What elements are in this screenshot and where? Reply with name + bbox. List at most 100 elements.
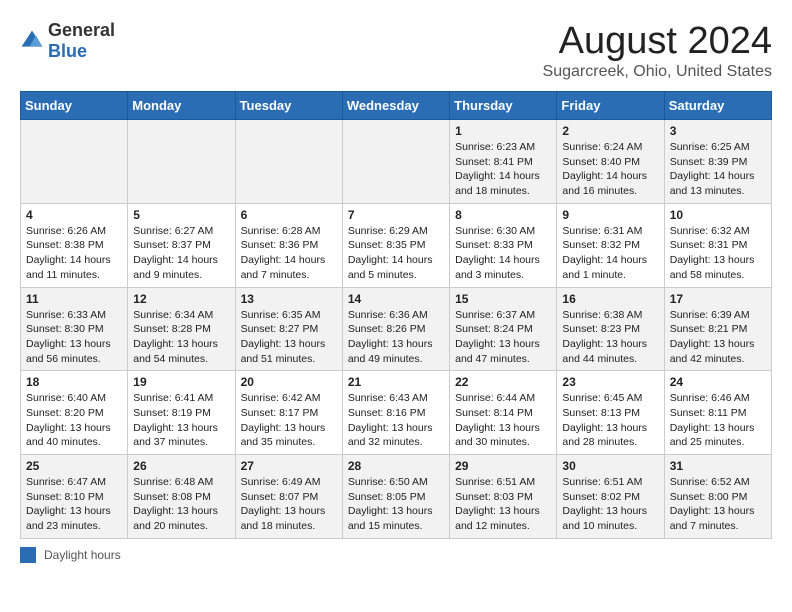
day-number: 31 [670,459,766,473]
calendar-week-3: 18 Sunrise: 6:40 AM Sunset: 8:20 PM Dayli… [21,371,772,455]
day-number: 20 [241,375,337,389]
calendar-cell [342,120,449,204]
cell-content: Sunrise: 6:47 AM Sunset: 8:10 PM Dayligh… [26,475,122,534]
cell-content: Sunrise: 6:52 AM Sunset: 8:00 PM Dayligh… [670,475,766,534]
day-number: 8 [455,208,551,222]
calendar-cell: 18 Sunrise: 6:40 AM Sunset: 8:20 PM Dayli… [21,371,128,455]
day-number: 12 [133,292,229,306]
cell-content: Sunrise: 6:30 AM Sunset: 8:33 PM Dayligh… [455,224,551,283]
cell-content: Sunrise: 6:23 AM Sunset: 8:41 PM Dayligh… [455,140,551,199]
day-number: 10 [670,208,766,222]
calendar-cell [128,120,235,204]
page-header: General Blue August 2024 Sugarcreek, Ohi… [20,20,772,81]
location-title: Sugarcreek, Ohio, United States [543,63,772,81]
day-header-saturday: Saturday [664,92,771,120]
calendar-cell: 29Sunrise: 6:51 AM Sunset: 8:03 PM Dayli… [450,455,557,539]
day-number: 17 [670,292,766,306]
calendar-cell: 21 Sunrise: 6:43 AM Sunset: 8:16 PM Dayli… [342,371,449,455]
calendar-table: SundayMondayTuesdayWednesdayThursdayFrid… [20,91,772,539]
calendar-cell [235,120,342,204]
logo-general-text: General [48,20,115,40]
calendar-cell: 9 Sunrise: 6:31 AM Sunset: 8:32 PM Daylig… [557,203,664,287]
calendar-cell: 22Sunrise: 6:44 AM Sunset: 8:14 PM Dayli… [450,371,557,455]
calendar-cell: 15 Sunrise: 6:37 AM Sunset: 8:24 PM Dayli… [450,287,557,371]
cell-content: Sunrise: 6:31 AM Sunset: 8:32 PM Dayligh… [562,224,658,283]
calendar-week-4: 25 Sunrise: 6:47 AM Sunset: 8:10 PM Dayli… [21,455,772,539]
day-header-monday: Monday [128,92,235,120]
day-number: 21 [348,375,444,389]
day-number: 7 [348,208,444,222]
logo-icon [20,29,44,53]
calendar-cell: 26 Sunrise: 6:48 AM Sunset: 8:08 PM Dayli… [128,455,235,539]
calendar-cell: 7Sunrise: 6:29 AM Sunset: 8:35 PM Daylig… [342,203,449,287]
cell-content: Sunrise: 6:42 AM Sunset: 8:17 PM Dayligh… [241,391,337,450]
month-title: August 2024 [543,20,772,63]
cell-content: Sunrise: 6:41 AM Sunset: 8:19 PM Dayligh… [133,391,229,450]
calendar-cell: 17 Sunrise: 6:39 AM Sunset: 8:21 PM Dayli… [664,287,771,371]
cell-content: Sunrise: 6:44 AM Sunset: 8:14 PM Dayligh… [455,391,551,450]
calendar-cell: 3 Sunrise: 6:25 AM Sunset: 8:39 PM Daylig… [664,120,771,204]
cell-content: Sunrise: 6:48 AM Sunset: 8:08 PM Dayligh… [133,475,229,534]
day-number: 16 [562,292,658,306]
day-number: 24 [670,375,766,389]
day-number: 4 [26,208,122,222]
calendar-cell: 19 Sunrise: 6:41 AM Sunset: 8:19 PM Dayli… [128,371,235,455]
calendar-cell: 1 Sunrise: 6:23 AM Sunset: 8:41 PM Daylig… [450,120,557,204]
day-number: 26 [133,459,229,473]
cell-content: Sunrise: 6:33 AM Sunset: 8:30 PM Dayligh… [26,308,122,367]
day-number: 25 [26,459,122,473]
day-header-tuesday: Tuesday [235,92,342,120]
cell-content: Sunrise: 6:32 AM Sunset: 8:31 PM Dayligh… [670,224,766,283]
day-number: 3 [670,124,766,138]
calendar-cell: 24Sunrise: 6:46 AM Sunset: 8:11 PM Dayli… [664,371,771,455]
day-number: 13 [241,292,337,306]
day-number: 11 [26,292,122,306]
day-number: 1 [455,124,551,138]
calendar-cell: 5 Sunrise: 6:27 AM Sunset: 8:37 PM Daylig… [128,203,235,287]
cell-content: Sunrise: 6:25 AM Sunset: 8:39 PM Dayligh… [670,140,766,199]
title-area: August 2024 Sugarcreek, Ohio, United Sta… [543,20,772,81]
cell-content: Sunrise: 6:51 AM Sunset: 8:02 PM Dayligh… [562,475,658,534]
cell-content: Sunrise: 6:40 AM Sunset: 8:20 PM Dayligh… [26,391,122,450]
calendar-header: SundayMondayTuesdayWednesdayThursdayFrid… [21,92,772,120]
calendar-cell: 6Sunrise: 6:28 AM Sunset: 8:36 PM Daylig… [235,203,342,287]
day-number: 9 [562,208,658,222]
cell-content: Sunrise: 6:51 AM Sunset: 8:03 PM Dayligh… [455,475,551,534]
calendar-cell [21,120,128,204]
day-number: 18 [26,375,122,389]
day-header-sunday: Sunday [21,92,128,120]
day-number: 5 [133,208,229,222]
day-number: 28 [348,459,444,473]
cell-content: Sunrise: 6:36 AM Sunset: 8:26 PM Dayligh… [348,308,444,367]
cell-content: Sunrise: 6:26 AM Sunset: 8:38 PM Dayligh… [26,224,122,283]
cell-content: Sunrise: 6:50 AM Sunset: 8:05 PM Dayligh… [348,475,444,534]
calendar-cell: 14Sunrise: 6:36 AM Sunset: 8:26 PM Dayli… [342,287,449,371]
day-number: 15 [455,292,551,306]
cell-content: Sunrise: 6:28 AM Sunset: 8:36 PM Dayligh… [241,224,337,283]
calendar-cell: 11 Sunrise: 6:33 AM Sunset: 8:30 PM Dayli… [21,287,128,371]
day-number: 30 [562,459,658,473]
cell-content: Sunrise: 6:43 AM Sunset: 8:16 PM Dayligh… [348,391,444,450]
calendar-cell: 23Sunrise: 6:45 AM Sunset: 8:13 PM Dayli… [557,371,664,455]
day-header-friday: Friday [557,92,664,120]
cell-content: Sunrise: 6:38 AM Sunset: 8:23 PM Dayligh… [562,308,658,367]
calendar-cell: 27Sunrise: 6:49 AM Sunset: 8:07 PM Dayli… [235,455,342,539]
cell-content: Sunrise: 6:37 AM Sunset: 8:24 PM Dayligh… [455,308,551,367]
calendar-cell: 4 Sunrise: 6:26 AM Sunset: 8:38 PM Daylig… [21,203,128,287]
calendar-cell: 13Sunrise: 6:35 AM Sunset: 8:27 PM Dayli… [235,287,342,371]
cell-content: Sunrise: 6:39 AM Sunset: 8:21 PM Dayligh… [670,308,766,367]
calendar-week-2: 11 Sunrise: 6:33 AM Sunset: 8:30 PM Dayli… [21,287,772,371]
cell-content: Sunrise: 6:49 AM Sunset: 8:07 PM Dayligh… [241,475,337,534]
calendar-cell: 28 Sunrise: 6:50 AM Sunset: 8:05 PM Dayli… [342,455,449,539]
calendar-cell: 30 Sunrise: 6:51 AM Sunset: 8:02 PM Dayli… [557,455,664,539]
legend-box [20,547,36,563]
calendar-cell: 25 Sunrise: 6:47 AM Sunset: 8:10 PM Dayli… [21,455,128,539]
day-number: 19 [133,375,229,389]
calendar-cell: 8 Sunrise: 6:30 AM Sunset: 8:33 PM Daylig… [450,203,557,287]
legend-label: Daylight hours [44,548,121,562]
cell-content: Sunrise: 6:24 AM Sunset: 8:40 PM Dayligh… [562,140,658,199]
logo-blue-text: Blue [48,41,87,61]
cell-content: Sunrise: 6:45 AM Sunset: 8:13 PM Dayligh… [562,391,658,450]
cell-content: Sunrise: 6:27 AM Sunset: 8:37 PM Dayligh… [133,224,229,283]
calendar-cell: 2Sunrise: 6:24 AM Sunset: 8:40 PM Daylig… [557,120,664,204]
